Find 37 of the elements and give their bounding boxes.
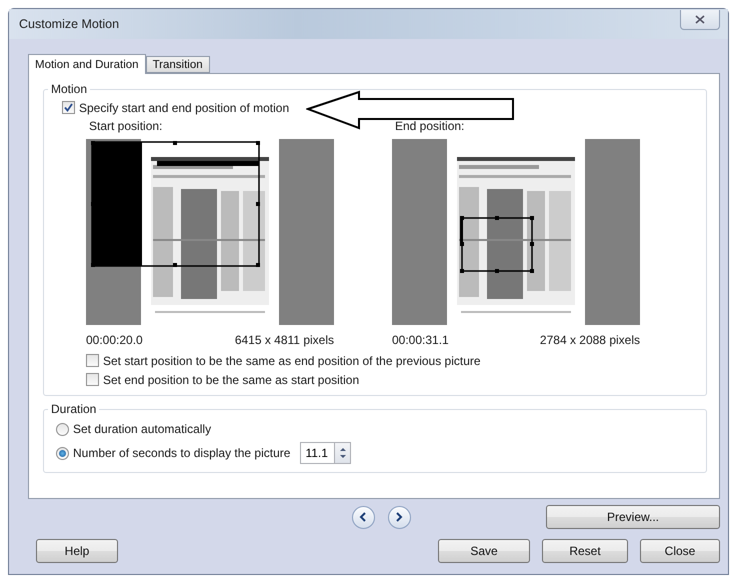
time-text: 00:00:31.1	[392, 333, 449, 347]
spin-button[interactable]	[334, 442, 352, 464]
spin-arrows-icon	[338, 446, 347, 460]
close-button[interactable]	[680, 10, 720, 30]
size-text: 6415 x 4811 pixels	[234, 333, 334, 347]
checkbox-row[interactable]: Specify start and end position of motion	[62, 98, 706, 117]
chevron-left-icon	[359, 512, 367, 522]
preview-label: Start position:	[89, 119, 164, 133]
chevron-right-icon	[395, 512, 403, 522]
radio-row[interactable]: Set duration automatically	[56, 420, 212, 438]
close-button[interactable]: Close	[640, 539, 720, 563]
tab[interactable]: Transition	[146, 56, 210, 73]
radio-button[interactable]	[56, 446, 69, 460]
radio-button[interactable]	[56, 422, 69, 436]
next-button[interactable]	[388, 506, 410, 528]
size-text: 2784 x 2088 pixels	[540, 333, 640, 347]
window-title: Customize Motion	[19, 17, 120, 31]
help-button[interactable]: Help	[36, 539, 118, 563]
group-title: Duration	[50, 402, 98, 416]
tab[interactable]: Motion and Duration	[28, 54, 146, 74]
position-preview[interactable]	[392, 139, 640, 325]
radio-row[interactable]: Number of seconds to display the picture	[56, 444, 290, 462]
save-button[interactable]: Save	[438, 539, 530, 563]
checkbox[interactable]	[62, 101, 75, 114]
preview-label: End position:	[395, 119, 466, 133]
reset-button[interactable]: Reset	[542, 539, 628, 563]
position-preview[interactable]	[86, 139, 334, 325]
previous-button[interactable]	[352, 506, 374, 528]
close-icon	[695, 15, 705, 24]
time-text: 00:00:20.0	[86, 333, 143, 347]
checkbox[interactable]	[86, 354, 99, 367]
seconds-field[interactable]: 11.1	[300, 442, 334, 464]
checkbox-row[interactable]: Set end position to be the same as start position	[86, 370, 706, 389]
checkbox-row[interactable]: Set start position to be the same as end position of the previous picture	[86, 351, 706, 370]
group-title: Motion	[50, 82, 88, 96]
preview-button[interactable]: Preview...	[546, 505, 720, 529]
checkbox[interactable]	[86, 373, 99, 386]
